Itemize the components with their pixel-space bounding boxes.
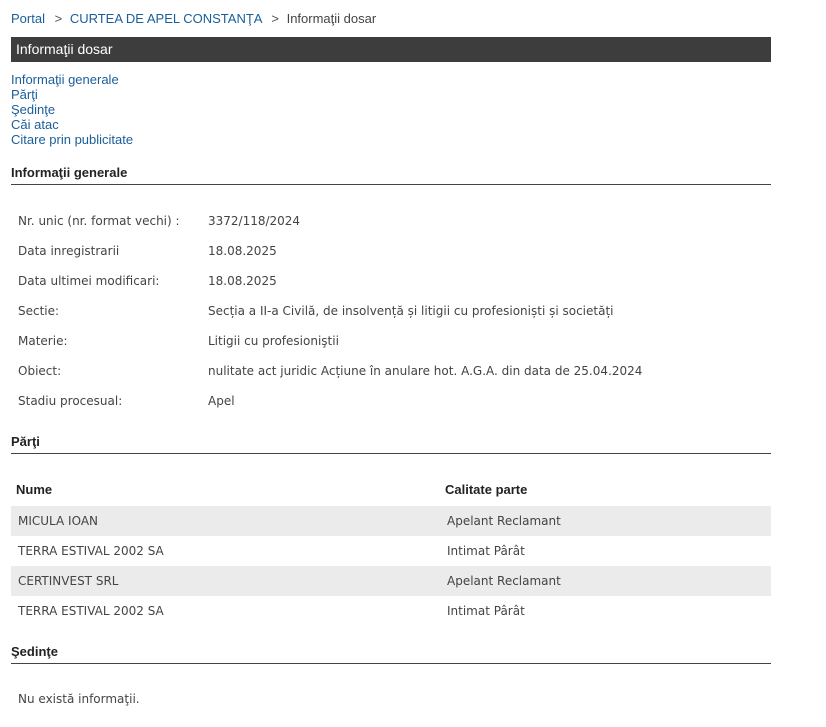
table-row: TERRA ESTIVAL 2002 SA Intimat Pârât bbox=[11, 596, 771, 626]
info-label: Data inregistrarii bbox=[18, 244, 120, 258]
info-label: Materie: bbox=[18, 334, 68, 348]
table-row: MICULA IOAN Apelant Reclamant bbox=[11, 506, 771, 536]
breadcrumb-separator: > bbox=[54, 11, 63, 26]
info-value: Litigii cu profesioniştii bbox=[208, 334, 339, 348]
party-name: CERTINVEST SRL bbox=[18, 574, 119, 588]
info-label: Data ultimei modificari: bbox=[18, 274, 160, 288]
parties-column-name: Nume bbox=[16, 482, 53, 497]
nav-link-parties[interactable]: Părţi bbox=[11, 87, 133, 102]
nav-link-hearings[interactable]: Şedinţe bbox=[11, 102, 133, 117]
info-label: Nr. unic (nr. format vechi) : bbox=[18, 214, 180, 228]
page-title: Informaţii dosar bbox=[11, 37, 771, 62]
table-row: CERTINVEST SRL Apelant Reclamant bbox=[11, 566, 771, 596]
parties-column-role: Calitate parte bbox=[445, 482, 528, 497]
info-value: nulitate act juridic Acțiune în anulare … bbox=[208, 364, 643, 378]
hearings-heading: Şedinţe bbox=[11, 644, 771, 664]
info-value: 3372/118/2024 bbox=[208, 214, 301, 228]
nav-link-general-info[interactable]: Informaţii generale bbox=[11, 72, 133, 87]
info-label: Obiect: bbox=[18, 364, 62, 378]
breadcrumb-current: Informaţii dosar bbox=[286, 11, 377, 26]
nav-link-public-summons[interactable]: Citare prin publicitate bbox=[11, 132, 133, 147]
party-name: TERRA ESTIVAL 2002 SA bbox=[18, 604, 164, 618]
party-name: MICULA IOAN bbox=[18, 514, 98, 528]
nav-link-appeals[interactable]: Căi atac bbox=[11, 117, 133, 132]
table-row: TERRA ESTIVAL 2002 SA Intimat Pârât bbox=[11, 536, 771, 566]
party-role: Apelant Reclamant bbox=[447, 514, 561, 528]
info-value: Secția a II-a Civilă, de insolvență și l… bbox=[208, 304, 614, 318]
breadcrumb-portal-link[interactable]: Portal bbox=[11, 11, 45, 26]
section-nav: Informaţii generale Părţi Şedinţe Căi at… bbox=[11, 72, 133, 147]
general-info-heading: Informaţii generale bbox=[11, 165, 771, 185]
breadcrumb-separator: > bbox=[271, 11, 279, 26]
parties-heading: Părţi bbox=[11, 434, 771, 454]
party-role: Apelant Reclamant bbox=[447, 574, 561, 588]
info-value: Apel bbox=[208, 394, 235, 408]
party-role: Intimat Pârât bbox=[447, 544, 525, 558]
info-value: 18.08.2025 bbox=[208, 274, 277, 288]
info-value: 18.08.2025 bbox=[208, 244, 277, 258]
info-label: Stadiu procesual: bbox=[18, 394, 123, 408]
party-role: Intimat Pârât bbox=[447, 604, 525, 618]
breadcrumb-court-link[interactable]: CURTEA DE APEL CONSTANŢA bbox=[70, 11, 262, 26]
hearings-empty-message: Nu există informaţii. bbox=[18, 692, 140, 706]
breadcrumb: Portal > CURTEA DE APEL CONSTANŢA > Info… bbox=[11, 11, 376, 26]
party-name: TERRA ESTIVAL 2002 SA bbox=[18, 544, 164, 558]
info-label: Sectie: bbox=[18, 304, 60, 318]
